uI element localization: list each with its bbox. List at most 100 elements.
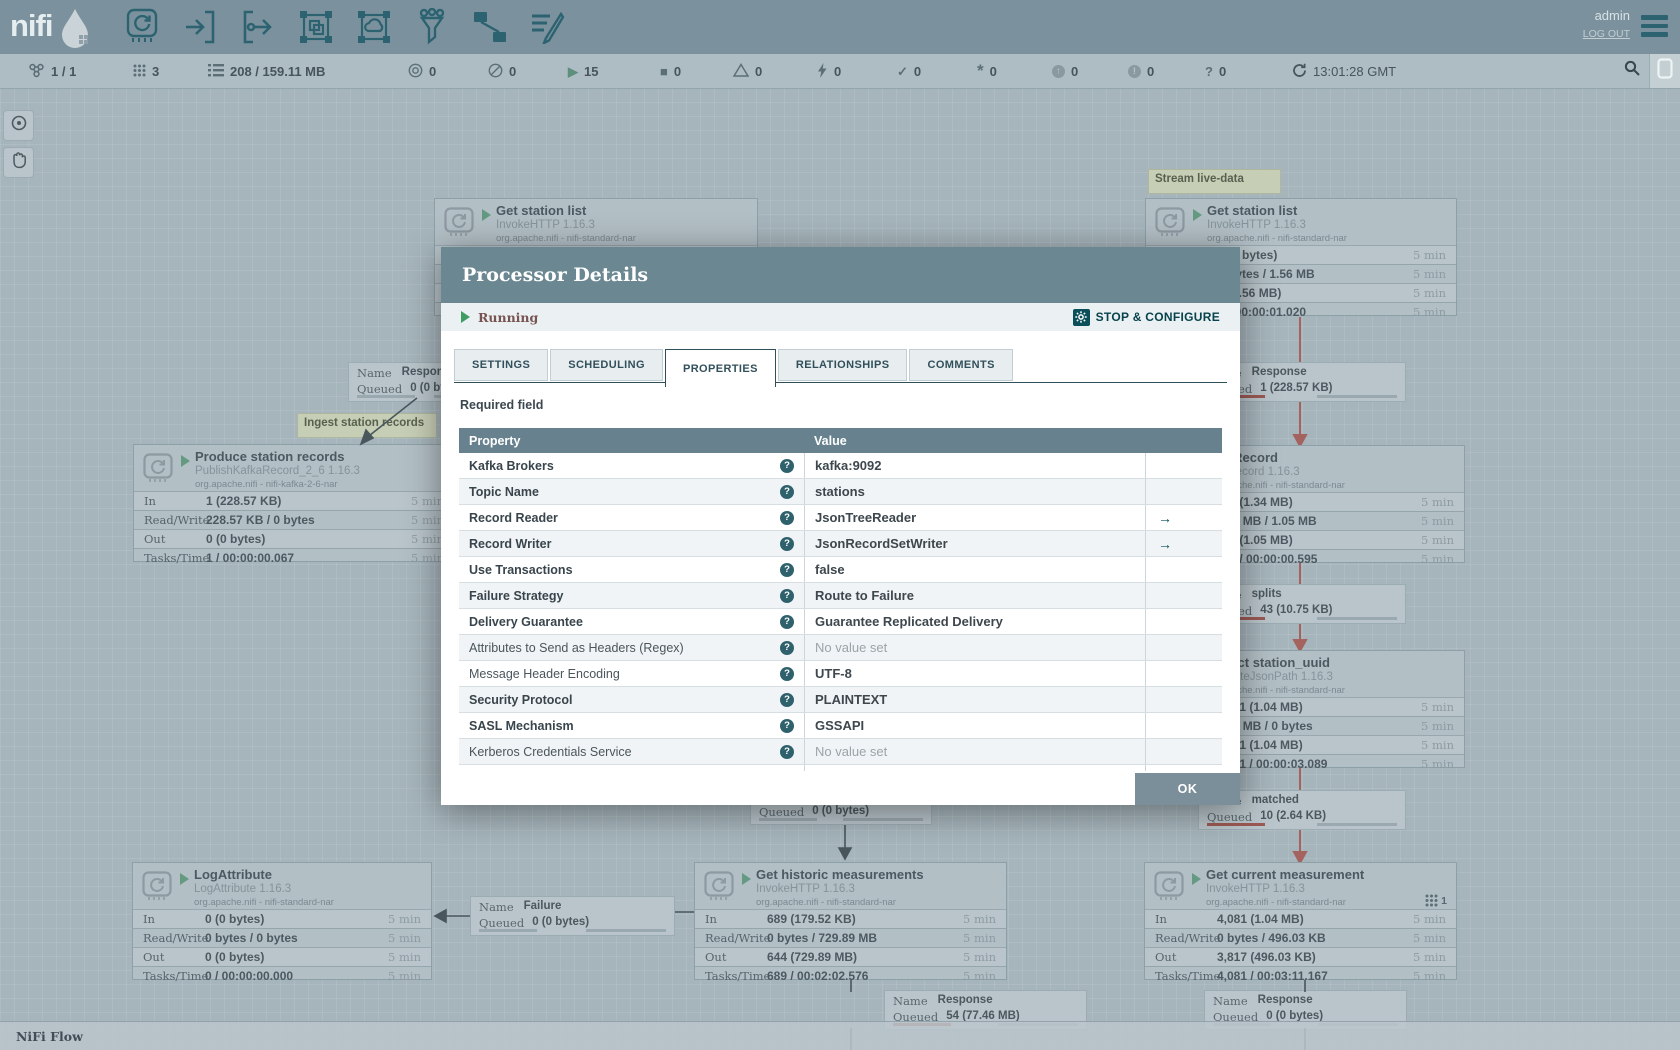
help-icon[interactable]: ? bbox=[780, 588, 794, 603]
tab-settings[interactable]: SETTINGS bbox=[454, 349, 549, 381]
tab-comments[interactable]: COMMENTS bbox=[909, 349, 1013, 381]
property-value: Guarantee Replicated Delivery bbox=[815, 614, 1003, 629]
help-icon[interactable]: ? bbox=[780, 770, 794, 771]
logout-link[interactable]: LOG OUT bbox=[1583, 28, 1630, 40]
process-group-toolbar-icon[interactable] bbox=[298, 7, 334, 47]
template-toolbar-icon[interactable] bbox=[472, 7, 508, 47]
property-name: Use Transactions bbox=[469, 562, 573, 577]
stop-and-configure-button[interactable]: STOP & CONFIGURE bbox=[1072, 308, 1220, 326]
property-value-cell[interactable]: No value set bbox=[804, 739, 1145, 764]
processor-stats: In 1 (228.57 KB) 5 min Read/Write 228.57 KB … bbox=[134, 491, 454, 567]
help-icon[interactable]: ? bbox=[780, 692, 794, 707]
status-item-invalid: 0 bbox=[732, 54, 762, 88]
stat-value: 1 / 00:00:00.067 bbox=[206, 551, 295, 565]
tab-relationships[interactable]: RELATIONSHIPS bbox=[777, 349, 908, 381]
canvas-label[interactable]: Ingest station records bbox=[297, 413, 437, 438]
up-to-date-icon: ✓ bbox=[897, 63, 908, 79]
output-port-toolbar-icon[interactable] bbox=[240, 7, 276, 47]
property-value-cell[interactable]: Route to Failure bbox=[804, 583, 1145, 608]
status-item-running: ▶ 15 bbox=[568, 54, 598, 88]
stat-value: 0 (0 bytes) bbox=[205, 950, 265, 964]
help-icon[interactable]: ? bbox=[780, 744, 794, 759]
breadcrumb[interactable]: NiFi Flow bbox=[16, 1029, 83, 1044]
processor[interactable]: LogAttribute LogAttribute 1.16.3 org.apach… bbox=[132, 862, 432, 983]
settings-panel-button[interactable] bbox=[1649, 54, 1680, 88]
stat-window: 5 min bbox=[1421, 514, 1454, 528]
processor-type: InvokeHTTP 1.16.3 bbox=[496, 219, 595, 231]
stat-row: Tasks/Time 0 / 00:00:00.000 5 min bbox=[133, 966, 431, 985]
nifi-app: Stream live-data Ingest station records Ge… bbox=[0, 0, 1680, 1050]
property-value-cell[interactable]: JsonRecordSetWriter bbox=[804, 531, 1145, 556]
connection-name-row: Name Response bbox=[893, 994, 993, 1008]
property-value-cell[interactable]: Guarantee Replicated Delivery bbox=[804, 609, 1145, 634]
connection-name-value: Response bbox=[1257, 994, 1313, 1006]
processor[interactable]: Get historic measurements InvokeHTTP 1.16… bbox=[694, 862, 1007, 983]
help-icon[interactable]: ? bbox=[780, 484, 794, 499]
last-refreshed-time: 13:01:28 GMT bbox=[1313, 63, 1397, 79]
processor-name: LogAttribute bbox=[194, 867, 272, 882]
canvas-label[interactable]: Stream live-data bbox=[1148, 169, 1281, 194]
stat-window: 5 min bbox=[388, 950, 421, 964]
property-value-cell[interactable]: false bbox=[804, 557, 1145, 582]
property-value-cell[interactable]: No value set bbox=[804, 765, 1145, 771]
birdseye-button[interactable] bbox=[3, 110, 34, 141]
help-icon[interactable]: ? bbox=[780, 510, 794, 525]
help-icon[interactable]: ? bbox=[780, 562, 794, 577]
processor-bundle: org.apache.nifi - nifi-standard-nar bbox=[1207, 233, 1347, 244]
canvas-label-text: Stream live-data bbox=[1155, 173, 1244, 185]
help-icon[interactable]: ? bbox=[780, 640, 794, 655]
label-toolbar-icon[interactable] bbox=[530, 7, 566, 47]
running-status-icon bbox=[461, 311, 470, 323]
global-menu-icon[interactable] bbox=[1641, 15, 1668, 37]
property-name-cell: Use Transactions? bbox=[459, 562, 804, 577]
transmitting-icon bbox=[408, 63, 423, 80]
processor-toolbar-icon[interactable] bbox=[124, 7, 160, 47]
stat-label: Out bbox=[144, 532, 166, 546]
stat-window: 5 min bbox=[963, 950, 996, 964]
input-port-toolbar-icon[interactable] bbox=[182, 7, 218, 47]
help-icon[interactable]: ? bbox=[780, 536, 794, 551]
property-name: Message Header Encoding bbox=[469, 666, 620, 681]
processor-name: Get station list bbox=[496, 203, 587, 218]
processor[interactable]: Get current measurement InvokeHTTP 1.16.3… bbox=[1144, 862, 1457, 983]
property-extra-cell bbox=[1145, 739, 1222, 764]
property-extra-cell bbox=[1145, 479, 1222, 504]
tab-scheduling[interactable]: SCHEDULING bbox=[550, 349, 663, 381]
tab-properties[interactable]: PROPERTIES bbox=[664, 349, 776, 387]
go-to-service-icon[interactable]: → bbox=[1146, 510, 1172, 526]
property-value-cell[interactable]: JsonTreeReader bbox=[804, 505, 1145, 530]
search-button[interactable] bbox=[1617, 54, 1647, 88]
help-icon[interactable]: ? bbox=[780, 666, 794, 681]
ok-button[interactable]: OK bbox=[1135, 773, 1240, 805]
go-to-service-icon[interactable]: → bbox=[1146, 536, 1172, 552]
property-value-cell[interactable]: kafka:9092 bbox=[804, 453, 1145, 478]
stat-window: 5 min bbox=[1413, 248, 1446, 262]
pan-hand-button[interactable] bbox=[3, 147, 34, 178]
stat-value: 3,817 (496.03 KB) bbox=[1217, 950, 1316, 964]
connection-label[interactable]: Name Failure Queued 0 (0 bytes) bbox=[470, 896, 675, 936]
help-icon[interactable]: ? bbox=[780, 458, 794, 473]
properties-table-header: Property Value bbox=[459, 428, 1222, 453]
remote-process-group-toolbar-icon[interactable] bbox=[356, 7, 392, 47]
processor[interactable]: Produce station records PublishKafkaRecor… bbox=[133, 444, 455, 565]
help-icon[interactable]: ? bbox=[780, 614, 794, 629]
running-indicator-icon bbox=[181, 455, 190, 467]
property-value-cell[interactable]: UTF-8 bbox=[804, 661, 1145, 686]
nifi-logo-text: nifi bbox=[10, 8, 53, 43]
running-indicator-icon bbox=[482, 209, 491, 221]
stat-window: 5 min bbox=[1413, 286, 1446, 300]
thread-count-value: 1 bbox=[1441, 894, 1447, 907]
funnel-toolbar-icon[interactable] bbox=[414, 7, 450, 47]
processor-type-icon bbox=[444, 207, 474, 242]
property-value-cell[interactable]: stations bbox=[804, 479, 1145, 504]
stat-value: 4,081 / 00:03:11.167 bbox=[1217, 969, 1328, 983]
help-icon[interactable]: ? bbox=[780, 718, 794, 733]
sync-failure-icon: ? bbox=[1205, 63, 1213, 79]
stat-row: Read/Write 0 bytes / 729.89 MB 5 min bbox=[695, 928, 1006, 947]
stat-value: 0 (0 bytes) bbox=[206, 532, 266, 546]
refresh-icon[interactable] bbox=[1292, 63, 1307, 80]
property-value-cell[interactable]: No value set bbox=[804, 635, 1145, 660]
property-value-cell[interactable]: PLAINTEXT bbox=[804, 687, 1145, 712]
gear-icon bbox=[1072, 308, 1090, 326]
property-value-cell[interactable]: GSSAPI bbox=[804, 713, 1145, 738]
